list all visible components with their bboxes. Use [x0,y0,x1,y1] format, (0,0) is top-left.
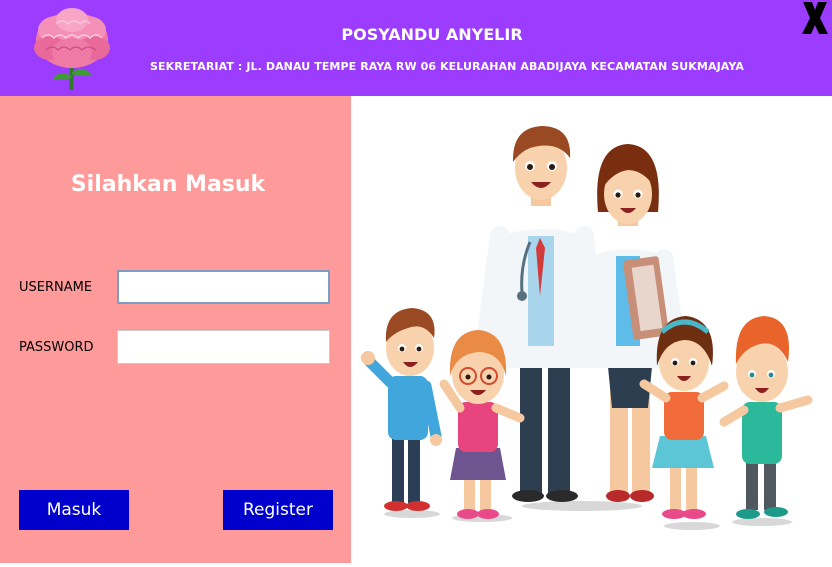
app-subtitle: SEKRETARIAT : JL. DANAU TEMPE RAYA RW 06… [150,60,744,73]
doctors-and-children-illustration [361,126,813,530]
masuk-button[interactable]: Masuk [19,490,129,530]
app-header: POSYANDU ANYELIR SEKRETARIAT : JL. DANAU… [0,0,832,96]
register-button[interactable]: Register [223,490,333,530]
close-x-icon[interactable] [800,0,830,36]
username-input[interactable] [117,270,330,304]
carnation-flower-icon [34,8,110,91]
illustration-panel [352,96,832,563]
app-title: POSYANDU ANYELIR [341,25,523,44]
login-heading: Silahkan Masuk [70,172,266,197]
password-label: PASSWORD [19,340,94,355]
username-label: USERNAME [19,280,93,295]
login-panel: Silahkan Masuk USERNAME PASSWORD Masuk R… [0,96,351,563]
password-input[interactable] [117,330,330,364]
